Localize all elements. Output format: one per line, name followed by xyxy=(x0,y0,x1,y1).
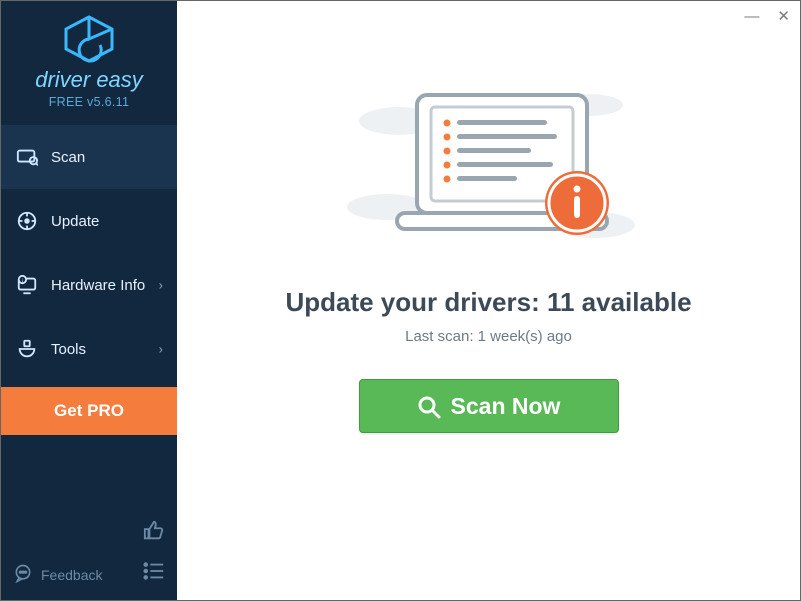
sidebar-item-tools[interactable]: Tools › xyxy=(1,317,177,381)
logo-icon xyxy=(1,15,177,63)
window-controls: — ✕ xyxy=(744,9,790,24)
sidebar-item-label: Scan xyxy=(51,149,85,166)
hardware-info-icon: i xyxy=(15,274,39,296)
feedback-label: Feedback xyxy=(41,567,102,583)
scan-icon xyxy=(15,146,39,168)
close-button[interactable]: ✕ xyxy=(777,9,790,24)
speech-bubble-icon xyxy=(13,563,33,586)
laptop-illustration xyxy=(339,75,639,265)
scan-now-button[interactable]: Scan Now xyxy=(359,379,619,433)
scan-now-label: Scan Now xyxy=(451,393,561,420)
sidebar-item-label: Tools xyxy=(51,341,86,358)
version-label: FREE v5.6.11 xyxy=(1,95,177,109)
update-icon xyxy=(15,210,39,232)
sidebar-item-update[interactable]: Update xyxy=(1,189,177,253)
sidebar-item-hardware-info[interactable]: i Hardware Info › xyxy=(1,253,177,317)
sidebar-item-label: Update xyxy=(51,213,99,230)
tools-icon xyxy=(15,338,39,360)
sidebar-nav: Scan Update i xyxy=(1,125,177,381)
sidebar-item-label: Hardware Info xyxy=(51,277,145,294)
chevron-right-icon: › xyxy=(159,278,163,293)
sidebar-item-scan[interactable]: Scan xyxy=(1,125,177,189)
svg-text:i: i xyxy=(22,278,23,284)
list-menu-icon[interactable] xyxy=(143,561,165,586)
feedback-button[interactable]: Feedback xyxy=(13,563,102,586)
brand-block: driver easy FREE v5.6.11 xyxy=(1,1,177,117)
get-pro-button[interactable]: Get PRO xyxy=(1,387,177,435)
brand-wordmark: driver easy xyxy=(1,67,177,93)
headline-text: Update your drivers: 11 available xyxy=(285,287,691,318)
minimize-button[interactable]: — xyxy=(744,9,759,24)
main-content: — ✕ xyxy=(177,1,800,600)
chevron-right-icon: › xyxy=(159,342,163,357)
sidebar: driver easy FREE v5.6.11 Scan xyxy=(1,1,177,600)
thumbs-up-icon[interactable] xyxy=(143,520,165,547)
sidebar-footer: Feedback xyxy=(1,510,177,600)
last-scan-text: Last scan: 1 week(s) ago xyxy=(405,328,572,345)
magnifier-icon xyxy=(417,395,439,417)
